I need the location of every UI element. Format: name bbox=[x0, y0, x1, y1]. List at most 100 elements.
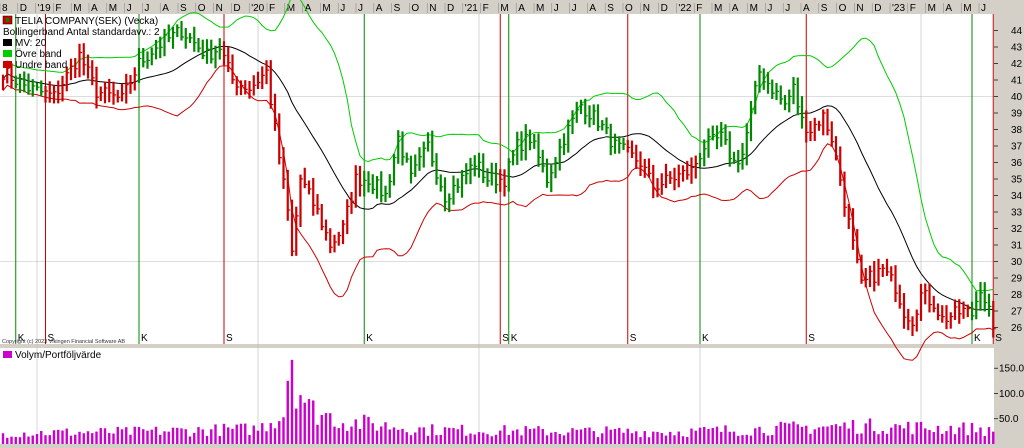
volume-bar bbox=[286, 380, 289, 444]
volume-bar bbox=[10, 436, 13, 444]
volume-bar bbox=[579, 429, 583, 444]
volume-bar bbox=[354, 419, 357, 444]
legend-swatch-mv bbox=[3, 39, 12, 46]
legend-label-mv: MV: 20 bbox=[15, 38, 47, 49]
volume-bar bbox=[647, 437, 651, 444]
volume-bar bbox=[681, 436, 685, 444]
volume-bar bbox=[754, 428, 757, 444]
volume-bar bbox=[74, 434, 77, 444]
y-tick-label: 36 bbox=[1011, 158, 1023, 169]
volume-bar bbox=[222, 423, 226, 444]
y-tick-label: 38 bbox=[1011, 125, 1023, 136]
volume-bar bbox=[911, 434, 914, 444]
volume-bar bbox=[588, 427, 591, 444]
volume-bar bbox=[720, 431, 723, 444]
volume-bar bbox=[932, 432, 935, 444]
volume-bar bbox=[673, 435, 676, 444]
y-tick-label: 30 bbox=[1011, 257, 1023, 268]
volume-bar bbox=[248, 435, 251, 444]
signal-label-3: S bbox=[226, 333, 233, 344]
x-tick-label: A bbox=[945, 3, 952, 14]
x-tick-label: O bbox=[411, 3, 419, 14]
volume-bar bbox=[273, 428, 277, 444]
volume-bar bbox=[677, 431, 680, 444]
volume-bar bbox=[392, 427, 396, 444]
x-tick-label: M bbox=[928, 3, 936, 14]
x-tick-label: '19 bbox=[38, 3, 51, 14]
volume-bar bbox=[180, 428, 183, 444]
volume-bar bbox=[456, 429, 459, 444]
volume-bar bbox=[44, 435, 47, 444]
x-tick-label: M bbox=[109, 3, 117, 14]
volume-bar bbox=[541, 429, 544, 444]
x-tick-label: M bbox=[322, 3, 330, 14]
volume-bar bbox=[137, 426, 141, 444]
volume-bar bbox=[23, 432, 26, 444]
volume-bar bbox=[465, 435, 468, 444]
x-tick-label: O bbox=[839, 3, 847, 14]
volume-bar bbox=[987, 427, 991, 444]
volume-bar bbox=[193, 432, 196, 444]
volume-bar bbox=[558, 433, 561, 444]
volume-bar bbox=[324, 413, 328, 444]
volume-bar bbox=[571, 428, 574, 444]
volume-bar bbox=[99, 428, 102, 444]
volume-bar bbox=[528, 429, 532, 444]
volume-bar bbox=[418, 427, 421, 444]
volume-bar bbox=[116, 426, 119, 444]
x-tick-label: J bbox=[785, 3, 790, 14]
volume-bar bbox=[626, 428, 629, 444]
volume-bar bbox=[154, 426, 158, 444]
volume-bar bbox=[979, 427, 982, 444]
volume-bar bbox=[1, 433, 5, 444]
volume-bar bbox=[108, 433, 111, 444]
volume-bar bbox=[596, 437, 600, 444]
volume-bar bbox=[618, 427, 621, 444]
volume-bar bbox=[792, 421, 795, 444]
volume-bar bbox=[924, 428, 927, 444]
x-tick-label: J bbox=[358, 3, 363, 14]
volume-bar bbox=[656, 431, 659, 444]
y-tick-label: 28 bbox=[1011, 290, 1023, 301]
volume-bar bbox=[477, 432, 481, 444]
volume-bar bbox=[426, 435, 430, 444]
volume-bar bbox=[601, 433, 604, 444]
legend-swatch-title-inner bbox=[6, 18, 9, 22]
volume-bar bbox=[312, 400, 315, 444]
volume-bar bbox=[919, 421, 923, 444]
volume-bar bbox=[524, 426, 527, 444]
volume-bar bbox=[486, 434, 489, 444]
signal-label-11: S bbox=[995, 333, 1002, 344]
x-axis-strip bbox=[0, 0, 1024, 14]
volume-bar bbox=[703, 426, 706, 444]
volume-bar bbox=[82, 433, 85, 444]
x-tick-label: M bbox=[536, 3, 544, 14]
volume-bar bbox=[533, 428, 536, 444]
volume-bar bbox=[303, 402, 306, 444]
volume-bar bbox=[375, 430, 379, 444]
volume-bar bbox=[239, 423, 243, 444]
volume-bar bbox=[881, 430, 884, 444]
y-tick-label: 42 bbox=[1011, 59, 1023, 70]
volume-bar bbox=[205, 435, 209, 444]
y-tick-label: 31 bbox=[1011, 241, 1023, 252]
volume-bar bbox=[758, 426, 761, 444]
x-tick-label: N bbox=[643, 3, 650, 14]
y-tick-label: 44 bbox=[1011, 26, 1023, 37]
volume-bar bbox=[256, 430, 260, 444]
volume-bar bbox=[435, 435, 438, 444]
x-tick-label: M bbox=[714, 3, 722, 14]
legend-label-upper: Övre band bbox=[15, 48, 62, 60]
volume-bar bbox=[112, 433, 115, 444]
x-tick-label: M bbox=[750, 3, 758, 14]
x-tick-label: A bbox=[803, 3, 810, 14]
x-tick-label: S bbox=[394, 3, 401, 14]
signal-label-10: K bbox=[974, 333, 981, 344]
volume-bar bbox=[983, 435, 986, 444]
volume-bar bbox=[316, 424, 319, 444]
volume-bar bbox=[890, 427, 893, 444]
volume-bar bbox=[214, 424, 217, 444]
volume-bar bbox=[329, 413, 332, 444]
volume-bar bbox=[516, 429, 519, 444]
volume-bar bbox=[843, 422, 846, 444]
